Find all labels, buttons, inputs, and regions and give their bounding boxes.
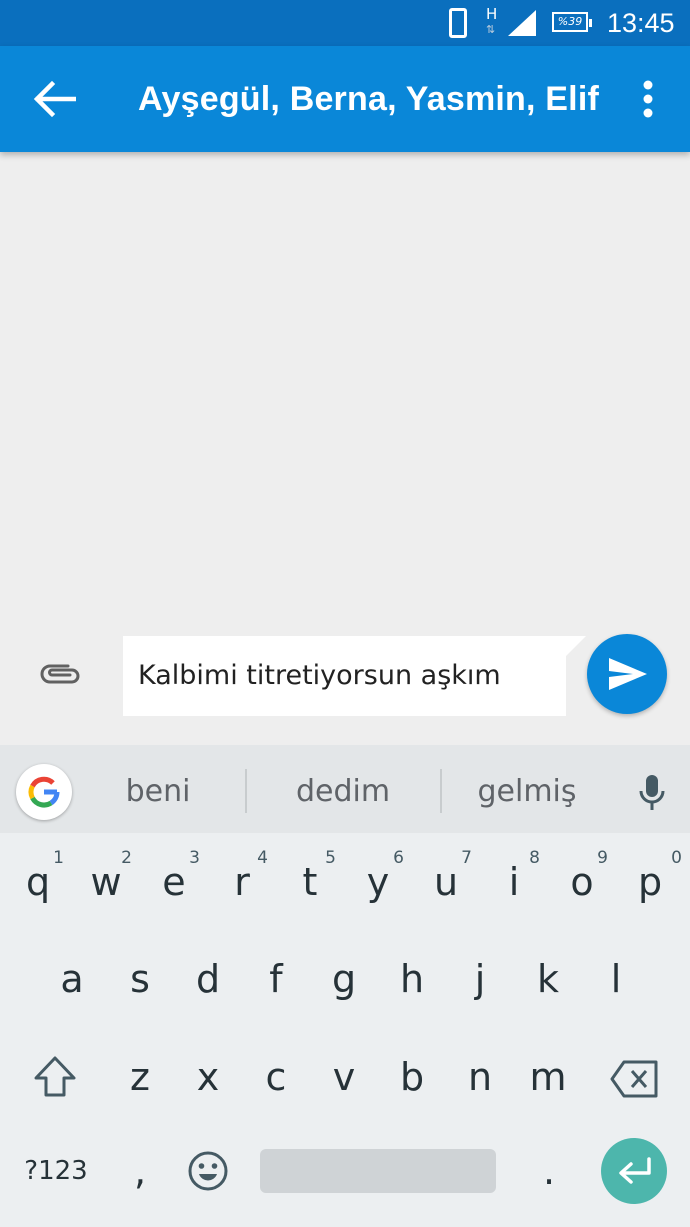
- key-d[interactable]: d: [178, 949, 238, 1009]
- message-composer: Kalbimi titretiyorsun aşkım: [0, 634, 690, 718]
- suggestion-3[interactable]: gelmiş: [450, 765, 604, 819]
- send-icon: [609, 658, 647, 690]
- key-u[interactable]: u7: [416, 845, 476, 905]
- backspace-icon: [610, 1060, 658, 1098]
- suggestion-divider: [440, 769, 442, 813]
- shift-key[interactable]: [20, 1047, 90, 1107]
- suggestion-1[interactable]: beni: [78, 765, 238, 819]
- shift-arrow-icon: [34, 1056, 76, 1097]
- key-k[interactable]: k: [518, 949, 578, 1009]
- signal-icon: [508, 10, 536, 36]
- emoji-key[interactable]: [184, 1143, 232, 1199]
- enter-key[interactable]: [601, 1138, 667, 1204]
- key-x[interactable]: x: [178, 1047, 238, 1107]
- key-b[interactable]: b: [382, 1047, 442, 1107]
- more-options-icon[interactable]: [630, 76, 666, 122]
- key-f[interactable]: f: [246, 949, 306, 1009]
- key-y[interactable]: y6: [348, 845, 408, 905]
- symbols-key[interactable]: ?123: [14, 1143, 98, 1199]
- keyboard: beni dedim gelmiş q1 w2 e3 r4 t5 y6 u7 i…: [0, 745, 690, 1227]
- key-c[interactable]: c: [246, 1047, 306, 1107]
- comma-key[interactable]: ,: [110, 1143, 170, 1199]
- message-input[interactable]: Kalbimi titretiyorsun aşkım: [123, 636, 566, 716]
- emoji-icon: [188, 1151, 228, 1191]
- key-e[interactable]: e3: [144, 845, 204, 905]
- enter-arrow-icon: [619, 1157, 651, 1184]
- key-l[interactable]: l: [586, 949, 646, 1009]
- suggestion-divider: [245, 769, 247, 813]
- space-bar[interactable]: [260, 1149, 496, 1193]
- phone-icon: [449, 8, 467, 38]
- clock: 13:45: [607, 8, 675, 38]
- key-g[interactable]: g: [314, 949, 374, 1009]
- key-n[interactable]: n: [450, 1047, 510, 1107]
- key-t[interactable]: t5: [280, 845, 340, 905]
- key-v[interactable]: v: [314, 1047, 374, 1107]
- suggestion-2[interactable]: dedim: [262, 765, 424, 819]
- backspace-key[interactable]: [602, 1047, 668, 1107]
- data-arrows-icon: ⇅: [486, 23, 496, 36]
- bubble-tail: [566, 636, 586, 656]
- period-key[interactable]: .: [520, 1143, 578, 1199]
- app-bar: Ayşegül, Berna, Yasmin, Elif: [0, 46, 690, 152]
- key-a[interactable]: a: [42, 949, 102, 1009]
- suggestion-strip: beni dedim gelmiş: [0, 745, 690, 833]
- key-w[interactable]: w2: [76, 845, 136, 905]
- attachment-icon[interactable]: [38, 656, 84, 690]
- conversation-title: Ayşegül, Berna, Yasmin, Elif: [138, 80, 599, 118]
- key-p[interactable]: p0: [620, 845, 682, 905]
- key-r[interactable]: r4: [212, 845, 272, 905]
- google-g-icon: [28, 776, 60, 808]
- battery-indicator: %39: [552, 12, 592, 32]
- send-button[interactable]: [587, 634, 667, 714]
- microphone-icon[interactable]: [636, 773, 668, 813]
- status-bar: H ⇅ %39 13:45: [0, 0, 690, 46]
- key-h[interactable]: h: [382, 949, 442, 1009]
- back-arrow-icon[interactable]: [30, 79, 76, 119]
- key-i[interactable]: i8: [484, 845, 544, 905]
- key-s[interactable]: s: [110, 949, 170, 1009]
- key-j[interactable]: j: [450, 949, 510, 1009]
- key-z[interactable]: z: [110, 1047, 170, 1107]
- key-q[interactable]: q1: [8, 845, 68, 905]
- key-o[interactable]: o9: [552, 845, 612, 905]
- google-button[interactable]: [16, 764, 72, 820]
- key-m[interactable]: m: [518, 1047, 578, 1107]
- network-type: H: [486, 5, 498, 23]
